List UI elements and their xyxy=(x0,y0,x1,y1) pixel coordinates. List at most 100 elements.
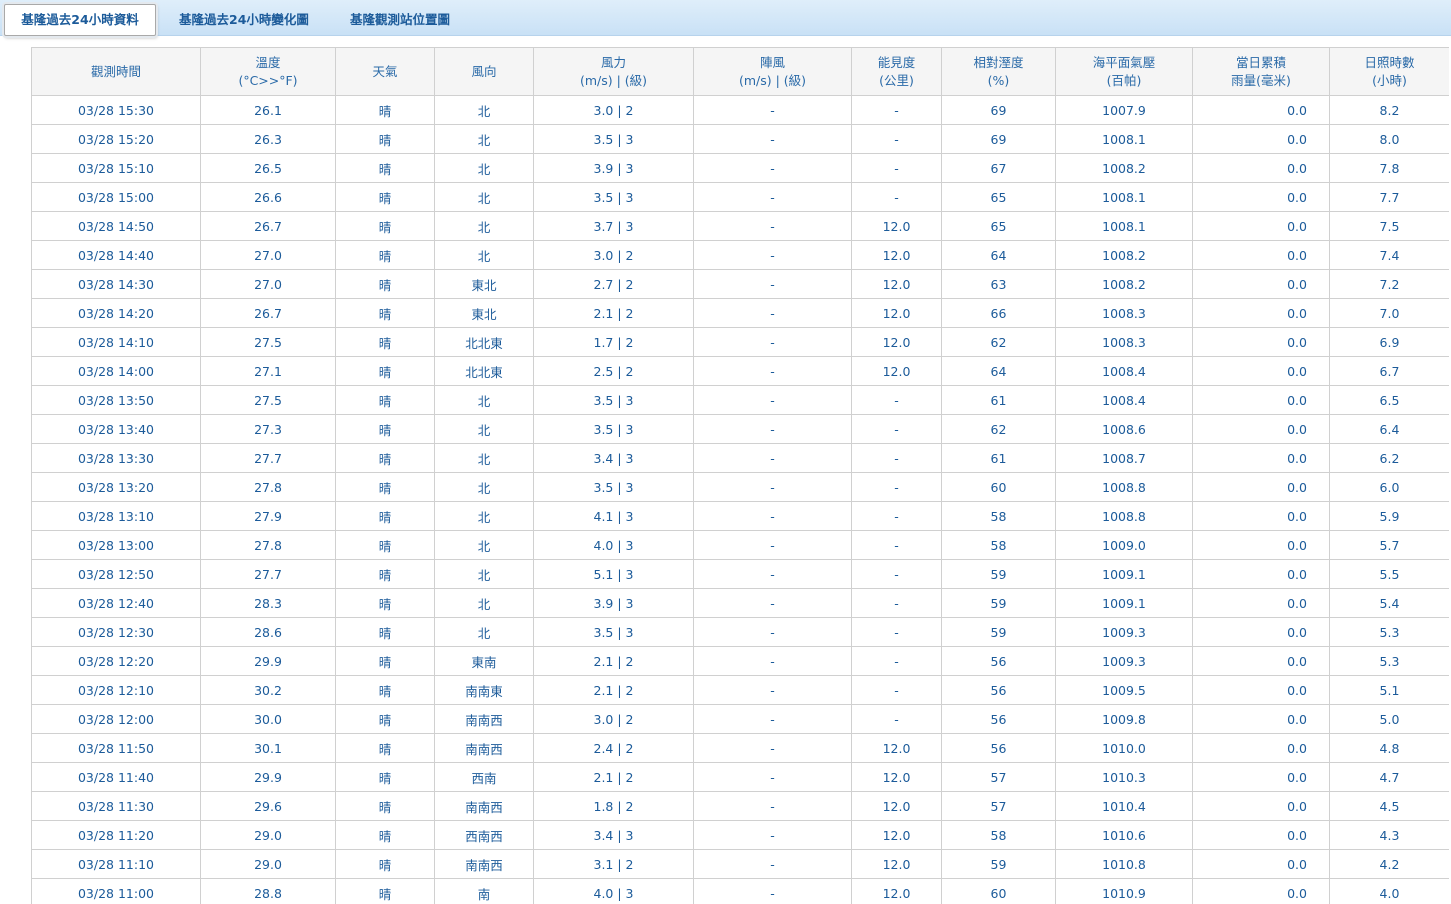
cell-gust: - xyxy=(693,820,852,850)
cell-humidity: 61 xyxy=(941,385,1056,415)
cell-sunshine: 5.4 xyxy=(1329,588,1449,618)
header-label: 風力 xyxy=(600,54,626,70)
cell-pressure: 1008.3 xyxy=(1055,298,1193,328)
cell-humidity: 64 xyxy=(941,356,1056,386)
cell-sunshine: 7.2 xyxy=(1329,269,1449,299)
header-visibility: 能見度 (公里) xyxy=(851,47,942,96)
cell-humidity: 56 xyxy=(941,646,1056,676)
cell-pressure: 1009.1 xyxy=(1055,588,1193,618)
cell-sunshine: 8.2 xyxy=(1329,95,1449,125)
cell-weather: 晴 xyxy=(335,443,435,473)
cell-gust: - xyxy=(693,617,852,647)
cell-pressure: 1008.4 xyxy=(1055,356,1193,386)
table-row: 03/28 12:50 27.7 晴北 5.1 | 3- -59 1009.1 0.0 5.5 xyxy=(31,559,1449,589)
header-label: 溫度 xyxy=(255,54,281,70)
cell-wind-direction: 東北 xyxy=(434,298,534,328)
cell-visibility: - xyxy=(851,182,942,212)
cell-time: 03/28 11:10 xyxy=(31,849,201,879)
cell-humidity: 67 xyxy=(941,153,1056,183)
cell-wind-speed: 5.1 | 3 xyxy=(533,559,694,589)
cell-gust: - xyxy=(693,95,852,125)
header-humidity: 相對溼度 (%) xyxy=(941,47,1056,96)
cell-rainfall: 0.0 xyxy=(1192,211,1330,241)
cell-visibility: - xyxy=(851,124,942,154)
cell-gust: - xyxy=(693,675,852,705)
cell-weather: 晴 xyxy=(335,646,435,676)
cell-sunshine: 6.4 xyxy=(1329,414,1449,444)
cell-wind-speed: 2.1 | 2 xyxy=(533,298,694,328)
cell-humidity: 58 xyxy=(941,501,1056,531)
cell-sunshine: 8.0 xyxy=(1329,124,1449,154)
cell-humidity: 58 xyxy=(941,530,1056,560)
cell-wind-speed: 2.1 | 2 xyxy=(533,762,694,792)
cell-visibility: 12.0 xyxy=(851,849,942,879)
cell-temperature: 26.5 xyxy=(200,153,336,183)
table-row: 03/28 11:30 29.6 晴南南西 1.8 | 2-12.0 57 1010.4 0… xyxy=(31,791,1449,821)
cell-wind-direction: 北 xyxy=(434,617,534,647)
tab-station-map[interactable]: 基隆觀測站位置圖 xyxy=(350,5,450,35)
cell-humidity: 56 xyxy=(941,704,1056,734)
cell-pressure: 1010.4 xyxy=(1055,791,1193,821)
cell-weather: 晴 xyxy=(335,762,435,792)
cell-visibility: - xyxy=(851,588,942,618)
cell-temperature: 26.3 xyxy=(200,124,336,154)
cell-temperature: 27.0 xyxy=(200,240,336,270)
cell-gust: - xyxy=(693,472,852,502)
cell-sunshine: 5.1 xyxy=(1329,675,1449,705)
cell-gust: - xyxy=(693,559,852,589)
cell-wind-speed: 2.1 | 2 xyxy=(533,675,694,705)
tab-24h-chart[interactable]: 基隆過去24小時變化圖 xyxy=(179,5,309,35)
table-row: 03/28 14:00 27.1 晴北北東 2.5 | 2-12.0 64 1008.4 0… xyxy=(31,356,1449,386)
table-row: 03/28 12:40 28.3 晴北 3.9 | 3- -59 1009.1 0.0 5.4 xyxy=(31,588,1449,618)
cell-visibility: - xyxy=(851,385,942,415)
observation-table-container[interactable]: 觀測時間 溫度 (°C>>°F) 天氣 風向 風力 (m/s) | (級) 陣風 (m/s) |… xyxy=(31,47,1449,904)
cell-humidity: 69 xyxy=(941,95,1056,125)
cell-temperature: 30.0 xyxy=(200,704,336,734)
cell-rainfall: 0.0 xyxy=(1192,240,1330,270)
cell-time: 03/28 12:30 xyxy=(31,617,201,647)
cell-visibility: 12.0 xyxy=(851,269,942,299)
cell-wind-direction: 南南西 xyxy=(434,733,534,763)
cell-rainfall: 0.0 xyxy=(1192,472,1330,502)
cell-wind-speed: 2.4 | 2 xyxy=(533,733,694,763)
cell-wind-direction: 南南西 xyxy=(434,704,534,734)
cell-visibility: - xyxy=(851,704,942,734)
cell-wind-direction: 西南西 xyxy=(434,820,534,850)
cell-temperature: 27.8 xyxy=(200,472,336,502)
table-row: 03/28 14:50 26.7 晴北 3.7 | 3-12.0 65 1008.1 0.0… xyxy=(31,211,1449,241)
cell-gust: - xyxy=(693,211,852,241)
cell-weather: 晴 xyxy=(335,269,435,299)
cell-wind-direction: 東南 xyxy=(434,646,534,676)
cell-temperature: 27.8 xyxy=(200,530,336,560)
cell-wind-direction: 南南西 xyxy=(434,791,534,821)
header-unit: (m/s) | (級) xyxy=(579,72,648,88)
cell-pressure: 1010.0 xyxy=(1055,733,1193,763)
header-label: 風向 xyxy=(471,63,497,79)
cell-weather: 晴 xyxy=(335,472,435,502)
cell-pressure: 1008.1 xyxy=(1055,182,1193,212)
cell-wind-speed: 2.5 | 2 xyxy=(533,356,694,386)
table-row: 03/28 15:10 26.5 晴北 3.9 | 3- -67 1008.2 0.0 7.8 xyxy=(31,153,1449,183)
cell-time: 03/28 15:30 xyxy=(31,95,201,125)
cell-weather: 晴 xyxy=(335,95,435,125)
cell-visibility: 12.0 xyxy=(851,733,942,763)
cell-pressure: 1008.2 xyxy=(1055,240,1193,270)
cell-time: 03/28 14:10 xyxy=(31,327,201,357)
cell-time: 03/28 11:40 xyxy=(31,762,201,792)
cell-visibility: - xyxy=(851,501,942,531)
table-row: 03/28 14:20 26.7 晴東北 2.1 | 2-12.0 66 1008.3 0.… xyxy=(31,298,1449,328)
cell-visibility: 12.0 xyxy=(851,762,942,792)
cell-pressure: 1008.2 xyxy=(1055,153,1193,183)
table-row: 03/28 11:00 28.8 晴南 4.0 | 3-12.0 60 1010.9 0.0… xyxy=(31,878,1449,904)
cell-temperature: 27.1 xyxy=(200,356,336,386)
cell-time: 03/28 13:00 xyxy=(31,530,201,560)
cell-visibility: - xyxy=(851,414,942,444)
cell-temperature: 27.5 xyxy=(200,327,336,357)
cell-sunshine: 4.3 xyxy=(1329,820,1449,850)
cell-rainfall: 0.0 xyxy=(1192,878,1330,904)
cell-temperature: 30.2 xyxy=(200,675,336,705)
cell-humidity: 59 xyxy=(941,617,1056,647)
cell-pressure: 1010.9 xyxy=(1055,878,1193,904)
header-unit: 雨量(毫米) xyxy=(1231,72,1291,88)
tab-24h-data[interactable]: 基隆過去24小時資料 xyxy=(4,4,156,36)
